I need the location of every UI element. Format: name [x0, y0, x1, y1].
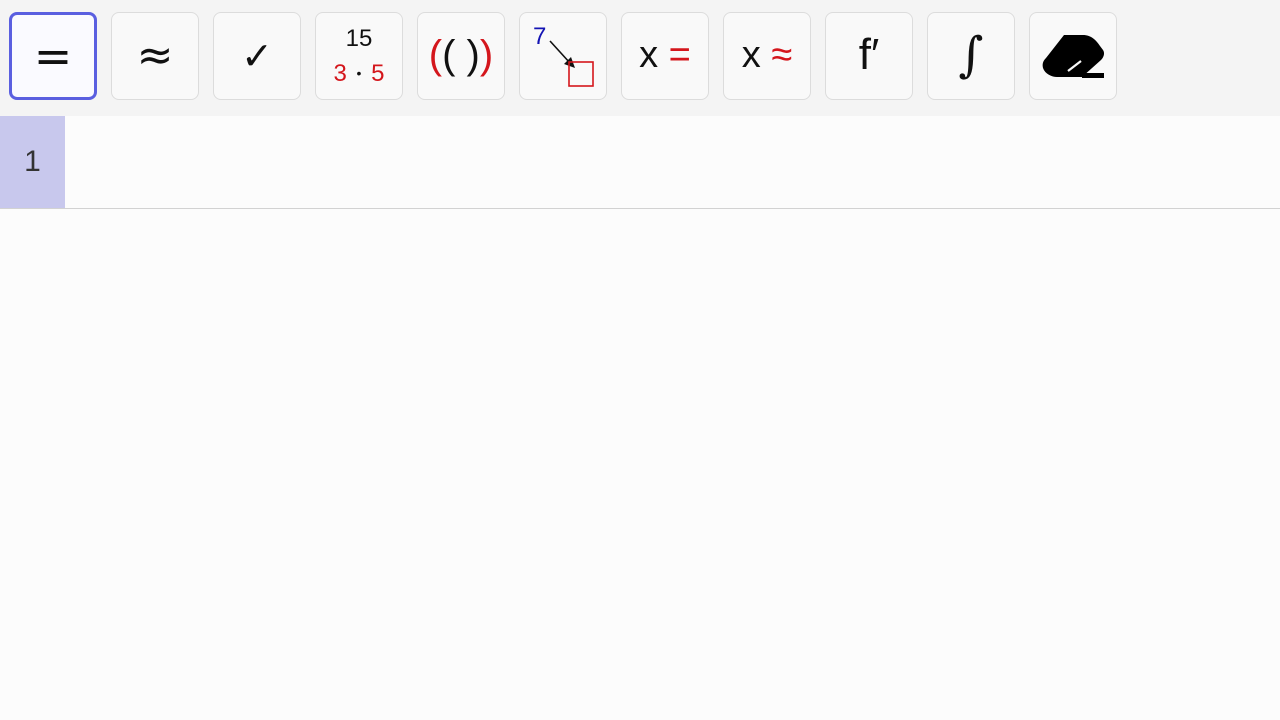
substitute-arrow-icon: [549, 40, 594, 87]
factor-icon: 3 • 5: [316, 59, 402, 88]
factor-right: 5: [371, 60, 385, 87]
solve-button[interactable]: x =: [621, 12, 709, 100]
factor-button[interactable]: 15 3 • 5: [315, 12, 403, 100]
delete-button[interactable]: [1029, 12, 1117, 100]
derivative-icon: f′: [858, 30, 880, 79]
row-number[interactable]: 1: [0, 116, 65, 208]
substitute-button[interactable]: 7: [519, 12, 607, 100]
cas-input-field[interactable]: [65, 116, 1280, 208]
eraser-icon: [1042, 35, 1105, 78]
approx-icon: ≈: [136, 30, 174, 81]
solve-numeric-icon: x ≈: [741, 34, 793, 76]
integral-icon: ∫: [958, 27, 984, 83]
factor-dot: •: [356, 65, 362, 81]
cas-workspace[interactable]: [0, 209, 1280, 720]
expand-button[interactable]: (( )): [417, 12, 505, 100]
cas-row: 1: [0, 116, 1280, 209]
derivative-button[interactable]: f′: [825, 12, 913, 100]
factor-left: 3: [333, 60, 347, 87]
numeric-button[interactable]: ≈: [111, 12, 199, 100]
integral-button[interactable]: ∫: [927, 12, 1015, 100]
solve-numeric-button[interactable]: x ≈: [723, 12, 811, 100]
evaluate-button[interactable]: =: [9, 12, 97, 100]
factor-number-top: 15: [345, 25, 373, 52]
cas-toolbar: = ≈ ✓ 15 3 • 5 (( )) 7 x = x ≈ f′ ∫: [0, 0, 1280, 116]
check-icon: ✓: [241, 34, 273, 78]
keep-input-button[interactable]: ✓: [213, 12, 301, 100]
solve-icon: x =: [639, 34, 691, 76]
expand-icon: (( )): [428, 33, 494, 77]
equals-icon: =: [33, 29, 73, 83]
